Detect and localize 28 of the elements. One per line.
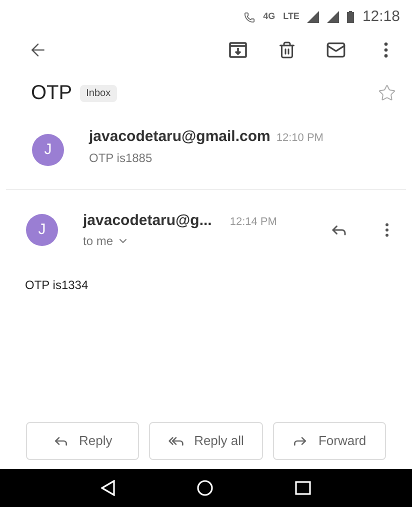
message-time: 12:10 PM bbox=[276, 131, 324, 146]
call-icon bbox=[244, 12, 256, 22]
inbox-label[interactable]: Inbox bbox=[80, 84, 117, 102]
back-nav-icon[interactable] bbox=[101, 480, 115, 496]
battery-icon bbox=[347, 11, 354, 23]
star-icon[interactable] bbox=[378, 84, 396, 102]
action-button[interactable]: Forward bbox=[272, 422, 386, 460]
avatar: J bbox=[32, 134, 64, 166]
recents-nav-icon[interactable] bbox=[295, 481, 311, 495]
delete-icon[interactable] bbox=[278, 41, 296, 59]
recipient-text: to me bbox=[83, 233, 114, 250]
subject-title: OTP bbox=[31, 81, 72, 106]
sender-name: javacodetaru@g... bbox=[83, 210, 212, 230]
mail-icon[interactable] bbox=[326, 40, 346, 60]
action-button[interactable]: Reply all bbox=[149, 422, 263, 460]
signal-icon bbox=[307, 11, 320, 23]
sender-name: javacodetaru@gmail.com bbox=[89, 127, 270, 147]
network-label: LTE bbox=[283, 10, 300, 24]
avatar: J bbox=[26, 214, 58, 246]
message-body: OTP is1334 bbox=[24, 277, 90, 294]
message-time: 12:14 PM bbox=[230, 214, 277, 230]
home-nav-icon[interactable] bbox=[197, 480, 213, 496]
network-label: 4G bbox=[263, 10, 276, 24]
message-snippet: OTP is1885 bbox=[89, 150, 154, 166]
signal-icon bbox=[327, 11, 340, 23]
action-button[interactable]: Reply bbox=[26, 422, 140, 460]
archive-icon[interactable] bbox=[228, 41, 248, 59]
clock-time: 12:18 bbox=[362, 6, 400, 27]
